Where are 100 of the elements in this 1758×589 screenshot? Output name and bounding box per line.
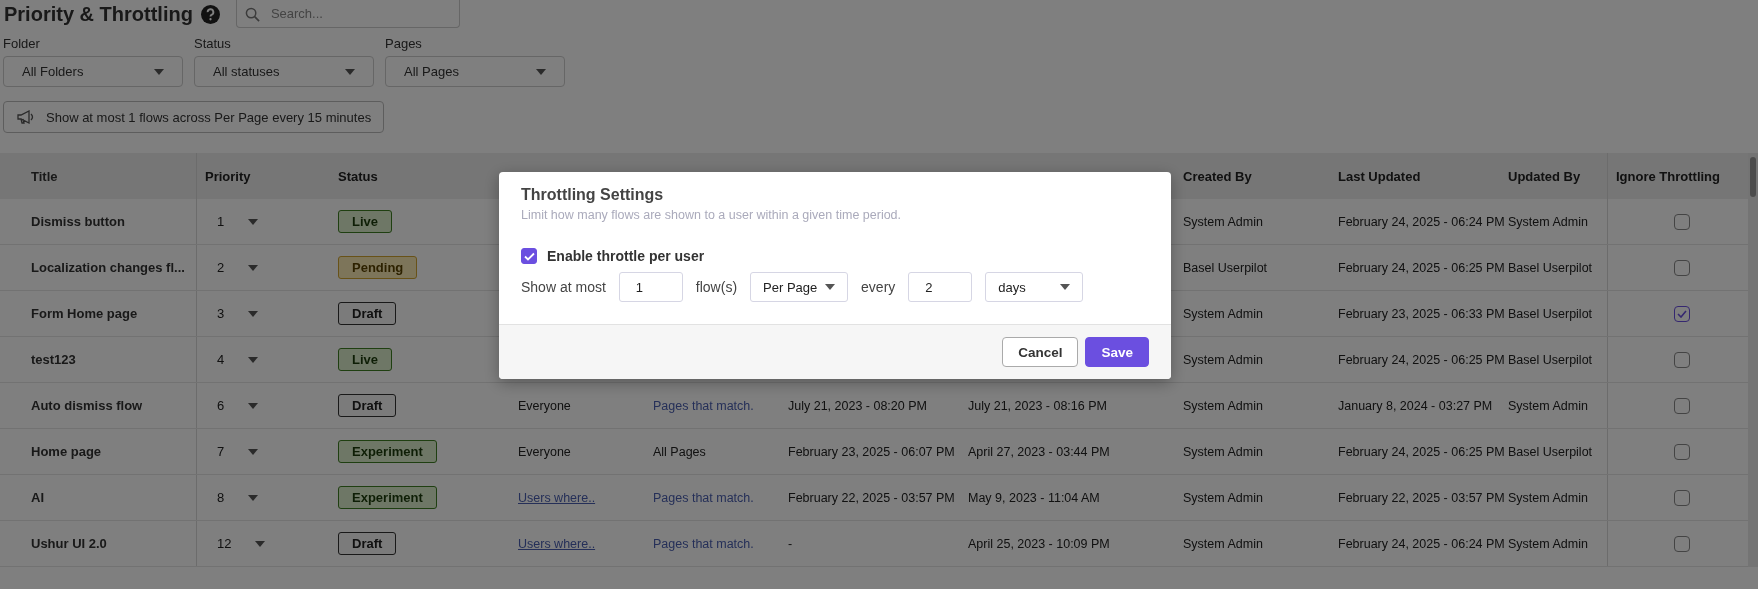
link[interactable]: Pages that match. [653, 490, 754, 505]
table-cell: February 22, 2025 - 03:57 PM [1338, 490, 1505, 505]
table-cell: February 24, 2025 - 06:25 PM [1338, 444, 1505, 459]
checkbox[interactable] [521, 248, 537, 264]
status-badge: Live [338, 348, 392, 371]
interval-field[interactable]: 2 [908, 272, 973, 302]
caret-icon [154, 68, 164, 75]
table-cell: System Admin [1183, 490, 1263, 505]
link[interactable]: Users where.. [518, 536, 596, 551]
column-header: Last Updated [1338, 168, 1421, 184]
table-cell: System Admin [1508, 214, 1588, 229]
status-badge: Experiment [338, 440, 437, 463]
search-icon [244, 7, 260, 22]
column-header: Created By [1183, 168, 1252, 184]
table-cell: July 21, 2023 - 08:16 PM [968, 398, 1107, 413]
table-cell: April 25, 2023 - 10:09 PM [968, 536, 1110, 551]
priority-dropdown[interactable]: 12 [205, 532, 274, 555]
flow-title: Dismiss button [31, 214, 125, 229]
checkbox[interactable] [1674, 397, 1690, 414]
table-cell: May 9, 2023 - 11:04 AM [968, 490, 1100, 505]
table-cell: February 24, 2025 - 06:25 PM [1338, 352, 1505, 367]
save-button[interactable]: Save [1085, 337, 1149, 367]
dialog-subtitle: Limit how many flows are shown to a user within a given time period. [521, 208, 903, 222]
table-cell: System Admin [1183, 536, 1263, 551]
checkbox[interactable] [1674, 351, 1690, 368]
table-cell: February 24, 2025 - 06:24 PM [1338, 536, 1505, 551]
table-cell: System Admin [1508, 398, 1588, 413]
checkmark-icon [1677, 309, 1687, 318]
checkbox[interactable] [1674, 443, 1690, 460]
caret-icon [248, 264, 259, 271]
checkbox[interactable] [1674, 259, 1690, 276]
filter-label: Status [194, 36, 232, 51]
priority-dropdown[interactable]: 4 [205, 348, 267, 371]
table-cell: System Admin [1508, 490, 1588, 505]
filter-dropdown[interactable]: All statuses [194, 56, 374, 87]
link[interactable]: Pages that match. [653, 398, 754, 413]
priority-dropdown[interactable]: 1 [205, 210, 267, 233]
page-title: Priority & Throttling [4, 2, 193, 26]
link[interactable]: Pages that match. [653, 536, 754, 551]
table-cell: January 8, 2024 - 03:27 PM [1338, 398, 1493, 413]
caret-icon [248, 402, 259, 409]
field-label: Show at most [521, 279, 606, 295]
status-badge: Pending [338, 256, 418, 279]
table-cell: Basel Userpilot [1508, 352, 1593, 367]
filter-dropdown[interactable]: All Pages [385, 56, 565, 87]
field-label: every [861, 279, 896, 295]
filter-dropdown[interactable]: All Folders [3, 56, 183, 87]
table-cell: System Admin [1508, 536, 1588, 551]
flow-title: test123 [31, 352, 76, 367]
unit-dropdown[interactable]: days [985, 272, 1084, 302]
help-icon [200, 4, 220, 24]
column-header: Priority [205, 168, 251, 184]
table-cell: Basel Userpilot [1508, 306, 1593, 321]
caret-icon [248, 356, 259, 363]
search-field[interactable]: Search... [235, 0, 460, 28]
status-badge: Draft [338, 532, 397, 555]
cancel-button[interactable]: Cancel [1002, 337, 1079, 367]
checkbox[interactable] [1674, 213, 1690, 230]
table-cell: System Admin [1183, 352, 1263, 367]
table-cell: System Admin [1183, 214, 1263, 229]
caret-icon [255, 540, 266, 547]
table-cell: System Admin [1183, 398, 1263, 413]
checkbox[interactable] [1674, 305, 1690, 322]
scope-dropdown[interactable]: Per Page [750, 272, 849, 302]
scrollbar-thumb[interactable] [1750, 157, 1756, 197]
flow-title: Ushur UI 2.0 [31, 536, 107, 551]
priority-dropdown[interactable]: 3 [205, 302, 267, 325]
table-cell: July 21, 2023 - 08:20 PM [788, 398, 927, 413]
column-header: Ignore Throttling [1616, 168, 1720, 184]
table-cell: All Pages [653, 444, 706, 459]
table-cell: Everyone [518, 398, 571, 413]
checkbox-label: Enable throttle per user [547, 248, 705, 264]
throttle-summary-button[interactable]: Show at most 1 flows across Per Page every 15 minutes [3, 101, 385, 133]
priority-dropdown[interactable]: 6 [205, 394, 267, 417]
caret-icon [248, 448, 259, 455]
link[interactable]: Users where.. [518, 490, 596, 505]
table-cell: System Admin [1183, 444, 1263, 459]
table-cell: April 27, 2023 - 03:44 PM [968, 444, 1110, 459]
megaphone-icon [16, 110, 36, 124]
priority-dropdown[interactable]: 7 [205, 440, 267, 463]
count-field[interactable]: 1 [618, 272, 683, 302]
field-label: flow(s) [695, 279, 738, 295]
table-cell: February 22, 2025 - 03:57 PM [788, 490, 955, 505]
checkbox[interactable] [1674, 535, 1690, 552]
table-cell: February 24, 2025 - 06:25 PM [1338, 260, 1505, 275]
column-header: Title [31, 168, 58, 184]
caret-icon [1060, 284, 1071, 290]
priority-dropdown[interactable]: 8 [205, 486, 267, 509]
table-cell: Basel Userpilot [1508, 260, 1593, 275]
filter-label: Pages [385, 36, 423, 51]
table-cell: System Admin [1183, 306, 1263, 321]
caret-icon [825, 284, 836, 290]
flow-title: Auto dismiss flow [31, 398, 143, 413]
table-cell: Everyone [518, 444, 571, 459]
checkbox[interactable] [1674, 489, 1690, 506]
table-cell: - [788, 536, 793, 551]
caret-icon [345, 68, 355, 75]
dialog-title: Throttling Settings [521, 186, 665, 204]
priority-dropdown[interactable]: 2 [205, 256, 267, 279]
table-cell: February 24, 2025 - 06:24 PM [1338, 214, 1505, 229]
